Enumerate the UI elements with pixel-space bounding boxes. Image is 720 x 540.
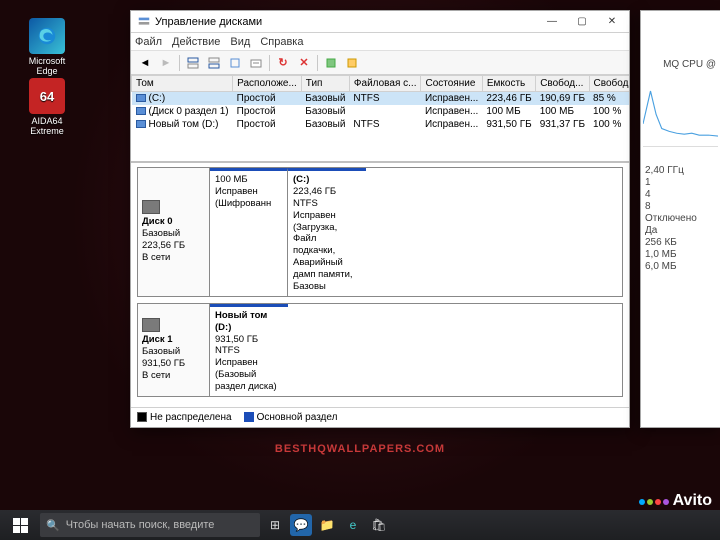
cpu-info-line: 1	[641, 177, 720, 189]
desktop-icon-edge[interactable]: Microsoft Edge	[20, 18, 74, 76]
minimize-button[interactable]: —	[537, 12, 567, 32]
cpu-info-line: 8	[641, 201, 720, 213]
side-panel-cpu: MQ CPU @ 2,40 ГГц 148ОтключеноДа256 КБ1,…	[640, 10, 720, 428]
menu-help[interactable]: Справка	[260, 36, 303, 48]
avito-watermark: Avito	[638, 492, 712, 510]
menubar: Файл Действие Вид Справка	[131, 33, 629, 51]
disk-management-window: Управление дисками — ▢ ✕ Файл Действие В…	[130, 10, 630, 428]
partition[interactable]: 100 МБИсправен (Шифрованн	[210, 168, 288, 296]
search-placeholder: Чтобы начать поиск, введите	[66, 519, 215, 531]
taskbar[interactable]: 🔍 Чтобы начать поиск, введите ⊞ 💬 📁 e 🛍	[0, 510, 720, 540]
column-header[interactable]: Расположе...	[233, 76, 302, 92]
taskbar-app-edge[interactable]: e	[342, 514, 364, 536]
search-icon: 🔍	[46, 519, 60, 532]
app-icon	[137, 15, 151, 29]
cpu-info-line: 256 КБ	[641, 237, 720, 249]
view-bottom-button[interactable]	[204, 53, 224, 73]
cpu-info-line: Да	[641, 225, 720, 237]
cpu-usage-chart	[643, 77, 718, 147]
cpu-info-line: 1,0 МБ	[641, 249, 720, 261]
volume-list[interactable]: ТомРасположе...ТипФайловая с...Состояние…	[131, 75, 629, 163]
cpu-name-fragment: MQ CPU @	[641, 59, 720, 71]
partition[interactable]: (C:)223,46 ГБ NTFSИсправен (Загрузка, Фа…	[288, 168, 366, 296]
view-top-button[interactable]	[183, 53, 203, 73]
disk-header: Диск 1Базовый931,50 ГБВ сети	[138, 304, 210, 396]
close-button[interactable]: ✕	[597, 12, 627, 32]
legend-primary: Основной раздел	[244, 412, 338, 423]
refresh-button[interactable]: ↻	[273, 53, 293, 73]
action-button[interactable]	[321, 53, 341, 73]
wallpaper-watermark: BESTHQWALLPAPERS.COM	[275, 443, 445, 455]
column-header[interactable]: Тип	[301, 76, 349, 92]
disk-row[interactable]: Диск 0Базовый223,56 ГБВ сети100 МБИсправ…	[137, 167, 623, 297]
menu-file[interactable]: Файл	[135, 36, 162, 48]
volume-table: ТомРасположе...ТипФайловая с...Состояние…	[131, 75, 629, 131]
partition[interactable]: Новый том (D:)931,50 ГБ NTFSИсправен (Ба…	[210, 304, 288, 396]
desktop-icon-label: Microsoft Edge	[29, 56, 66, 76]
task-view-button[interactable]: ⊞	[264, 514, 286, 536]
window-title: Управление дисками	[155, 16, 537, 28]
start-button[interactable]	[6, 511, 34, 539]
column-header[interactable]: Свободно %	[589, 76, 629, 92]
cpu-info-line: 6,0 МБ	[641, 261, 720, 273]
cpu-info-line: Отключено	[641, 213, 720, 225]
volume-row[interactable]: (Диск 0 раздел 1)ПростойБазовыйИсправен.…	[132, 105, 630, 118]
separator	[317, 55, 318, 71]
legend: Не распределена Основной раздел	[131, 407, 629, 427]
aida64-icon: 64	[29, 78, 65, 114]
column-header[interactable]: Файловая с...	[349, 76, 421, 92]
column-header[interactable]: Состояние	[421, 76, 482, 92]
cpu-info-line: 4	[641, 189, 720, 201]
desktop-icon-label: AIDA64 Extreme	[30, 116, 64, 136]
back-button[interactable]: ◄	[135, 53, 155, 73]
separator	[179, 55, 180, 71]
column-header[interactable]: Том	[132, 76, 233, 92]
volume-row[interactable]: (C:)ПростойБазовыйNTFSИсправен...223,46 …	[132, 92, 630, 106]
disk-row[interactable]: Диск 1Базовый931,50 ГБВ сетиНовый том (D…	[137, 303, 623, 397]
desktop[interactable]: BESTHQWALLPAPERS.COM Microsoft Edge 64 A…	[0, 0, 720, 540]
settings-button[interactable]	[225, 53, 245, 73]
legend-unallocated: Не распределена	[137, 412, 232, 423]
disk-graphical-view[interactable]: Диск 0Базовый223,56 ГБВ сети100 МБИсправ…	[131, 163, 629, 407]
taskbar-app[interactable]: 💬	[290, 514, 312, 536]
volume-row[interactable]: Новый том (D:)ПростойБазовыйNTFSИсправен…	[132, 118, 630, 131]
separator	[269, 55, 270, 71]
help-button[interactable]	[342, 53, 362, 73]
edge-icon	[29, 18, 65, 54]
cpu-freq: 2,40 ГГц	[641, 165, 720, 177]
delete-button[interactable]: ✕	[294, 53, 314, 73]
column-header[interactable]: Емкость	[482, 76, 535, 92]
maximize-button[interactable]: ▢	[567, 12, 597, 32]
windows-icon	[13, 518, 28, 533]
titlebar[interactable]: Управление дисками — ▢ ✕	[131, 11, 629, 33]
toolbar: ◄ ► ↻ ✕	[131, 51, 629, 75]
properties-button[interactable]	[246, 53, 266, 73]
taskbar-app-store[interactable]: 🛍	[368, 514, 390, 536]
forward-button[interactable]: ►	[156, 53, 176, 73]
disk-header: Диск 0Базовый223,56 ГБВ сети	[138, 168, 210, 296]
menu-action[interactable]: Действие	[172, 36, 220, 48]
taskbar-search[interactable]: 🔍 Чтобы начать поиск, введите	[40, 513, 260, 537]
column-header[interactable]: Свобод...	[536, 76, 589, 92]
desktop-icon-aida64[interactable]: 64 AIDA64 Extreme	[20, 78, 74, 136]
menu-view[interactable]: Вид	[230, 36, 250, 48]
taskbar-app-explorer[interactable]: 📁	[316, 514, 338, 536]
